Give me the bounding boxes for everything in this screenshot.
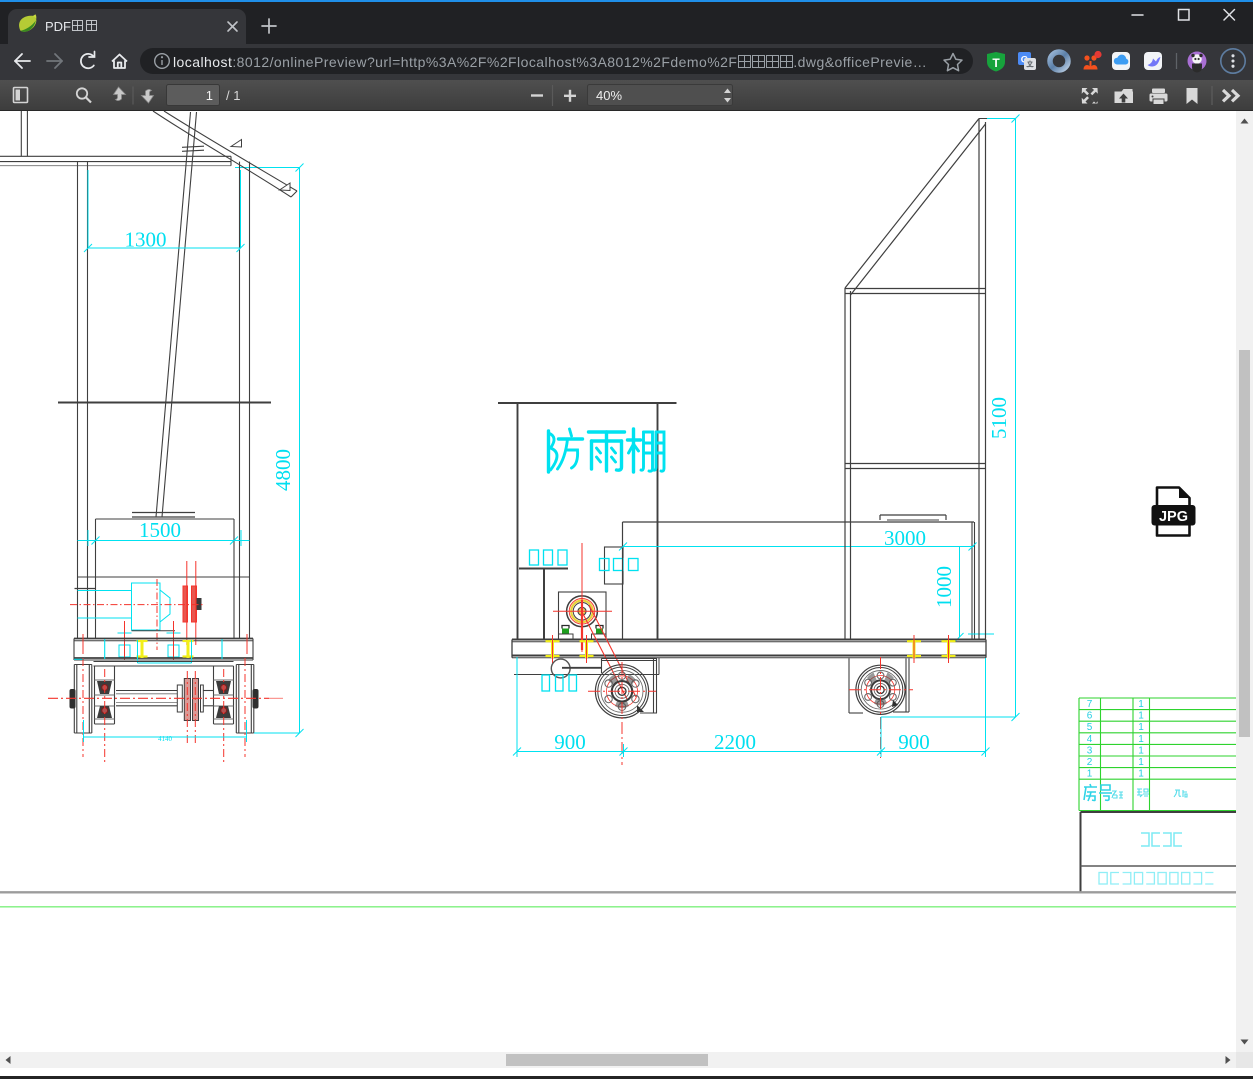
svg-text:4: 4 — [1087, 734, 1093, 745]
svg-text:1: 1 — [1138, 734, 1144, 745]
svg-text:4140: 4140 — [158, 735, 173, 743]
svg-text:1: 1 — [206, 88, 213, 103]
svg-text:1: 1 — [1138, 769, 1144, 780]
svg-text:4800: 4800 — [271, 449, 295, 491]
svg-text:3: 3 — [1087, 745, 1093, 756]
svg-text:1: 1 — [1087, 769, 1093, 780]
svg-text:1500: 1500 — [139, 518, 181, 542]
svg-text:7: 7 — [1087, 699, 1093, 710]
svg-text:2200: 2200 — [714, 730, 756, 754]
svg-text:1: 1 — [1138, 711, 1144, 722]
svg-text:1: 1 — [1138, 757, 1144, 768]
svg-text:900: 900 — [898, 730, 930, 754]
svg-text:2: 2 — [1087, 757, 1093, 768]
svg-text:1: 1 — [1138, 722, 1144, 733]
svg-text:40%: 40% — [596, 88, 622, 103]
svg-text:1300: 1300 — [125, 228, 167, 252]
svg-text:PDF: PDF — [45, 19, 71, 34]
svg-text:6: 6 — [1087, 711, 1093, 722]
svg-text:/ 1: / 1 — [226, 88, 240, 103]
svg-text:1: 1 — [1138, 699, 1144, 710]
svg-text:5: 5 — [1087, 722, 1093, 733]
svg-text:5100: 5100 — [987, 397, 1011, 439]
svg-text:1000: 1000 — [932, 566, 956, 608]
svg-text:1: 1 — [1138, 745, 1144, 756]
svg-text:T: T — [992, 56, 1000, 70]
svg-text:JPG: JPG — [1159, 509, 1188, 525]
svg-text:900: 900 — [554, 730, 586, 754]
